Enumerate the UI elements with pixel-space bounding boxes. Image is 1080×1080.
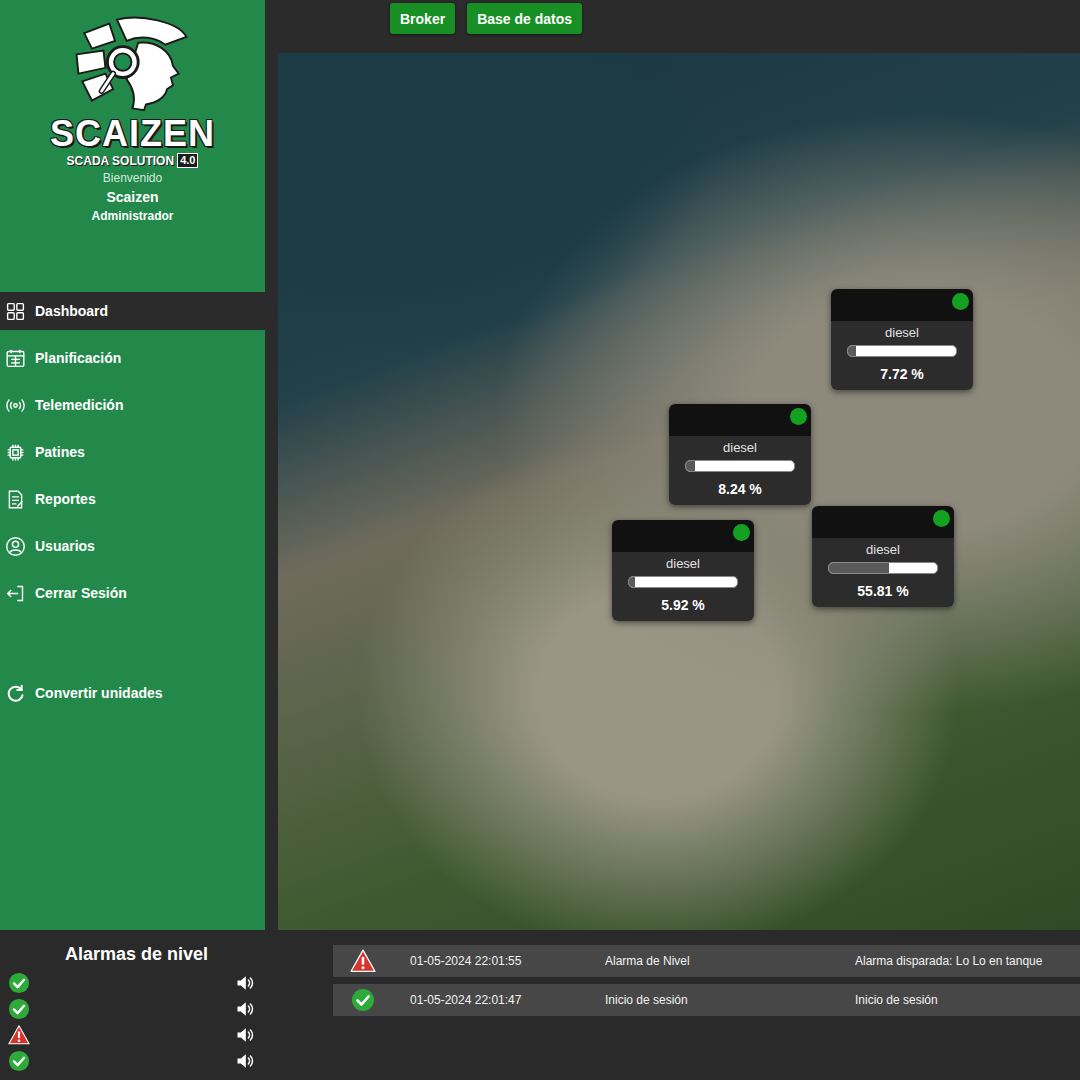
sidebar-item[interactable]: Cerrar Sesión <box>0 574 265 612</box>
sidebar-item[interactable]: Planificación <box>0 339 265 377</box>
calendar-icon <box>5 348 26 369</box>
alarm-row <box>8 1048 265 1074</box>
brand-name: SCAIZEN <box>50 116 215 152</box>
level-alarms: Alarmas de nivel <box>0 930 265 1080</box>
level-fill <box>686 461 695 471</box>
level-reading: 7.72 % <box>880 366 924 382</box>
brand: SCAIZEN SCADA SOLUTION 4.0 Bienvenido Sc… <box>0 0 265 278</box>
check-icon <box>8 1050 30 1072</box>
level-fill <box>848 346 856 356</box>
version-badge: 4.0 <box>177 153 198 168</box>
sidebar-item[interactable]: Dashboard <box>0 292 265 330</box>
tank-body: diesel 7.72 % <box>831 321 973 390</box>
subtitle-text: SCADA SOLUTION <box>67 154 175 168</box>
speaker-icon[interactable] <box>235 1025 255 1045</box>
sidebar-item[interactable]: Patines <box>0 433 265 471</box>
event-type: Inicio de sesión <box>605 993 855 1007</box>
warning-icon <box>8 1024 30 1046</box>
alarm-row <box>8 1022 265 1048</box>
level-reading: 8.24 % <box>718 481 762 497</box>
tank-product: diesel <box>866 542 900 557</box>
level-bar <box>685 460 795 472</box>
status-dot <box>952 293 969 310</box>
event-row[interactable]: 01-05-2024 22:01:55 Alarma de Nivel Alar… <box>333 945 1080 977</box>
user-name: Scaizen <box>106 189 158 205</box>
level-fill <box>829 563 889 573</box>
check-icon <box>8 972 30 994</box>
warning-icon <box>350 948 376 974</box>
status-dot <box>790 408 807 425</box>
brand-subtitle: SCADA SOLUTION 4.0 <box>67 153 199 168</box>
status-dot <box>733 524 750 541</box>
chip-icon <box>5 442 26 463</box>
level-bar <box>847 345 957 357</box>
refresh-icon <box>5 683 26 704</box>
tank-body: diesel 8.24 % <box>669 436 811 505</box>
event-message: Inicio de sesión <box>855 993 1080 1007</box>
level-fill <box>629 577 635 587</box>
tank-header <box>812 506 954 538</box>
check-icon <box>351 988 375 1012</box>
alarm-row <box>8 970 265 996</box>
tank-card[interactable]: diesel 5.92 % <box>612 520 754 621</box>
tank-product: diesel <box>723 440 757 455</box>
tank-header <box>612 520 754 552</box>
speaker-icon[interactable] <box>235 999 255 1019</box>
speaker-icon[interactable] <box>235 1051 255 1071</box>
report-icon <box>5 489 26 510</box>
event-time: 01-05-2024 22:01:47 <box>410 993 605 1007</box>
event-row[interactable]: 01-05-2024 22:01:47 Inicio de sesión Ini… <box>333 984 1080 1016</box>
sidebar: SCAIZEN SCADA SOLUTION 4.0 Bienvenido Sc… <box>0 0 265 930</box>
sidebar-item[interactable]: Usuarios <box>0 527 265 565</box>
bottom-panel: Alarmas de nivel 01-05-2024 22:01:55 Ala… <box>0 930 1080 1080</box>
level-bar <box>828 562 938 574</box>
level-reading: 5.92 % <box>661 597 705 613</box>
dashboard-icon <box>5 301 26 322</box>
map-panel: diesel 7.72 % diesel 8.24 % diesel 5.92 … <box>265 53 1080 930</box>
level-alarms-title: Alarmas de nivel <box>8 944 265 965</box>
tank-product: diesel <box>885 325 919 340</box>
sidebar-menu: Dashboard Planificación Telemedición Pat… <box>0 292 265 612</box>
check-icon <box>8 998 30 1020</box>
aztec-head-logo-icon <box>63 14 198 114</box>
status-dot <box>933 510 950 527</box>
speaker-icon[interactable] <box>235 973 255 993</box>
level-bar <box>628 576 738 588</box>
sidebar-item[interactable]: Telemedición <box>0 386 265 424</box>
tank-card[interactable]: diesel 55.81 % <box>812 506 954 607</box>
signal-icon <box>5 395 26 416</box>
sidebar-item[interactable]: Reportes <box>0 480 265 518</box>
user-role: Administrador <box>91 209 173 223</box>
greeting: Bienvenido <box>103 171 162 185</box>
logout-icon <box>5 583 26 604</box>
top-bar-button[interactable]: Base de datos <box>467 3 582 34</box>
tank-body: diesel 55.81 % <box>812 538 954 607</box>
event-time: 01-05-2024 22:01:55 <box>410 954 605 968</box>
event-type: Alarma de Nivel <box>605 954 855 968</box>
tank-body: diesel 5.92 % <box>612 552 754 621</box>
event-log: 01-05-2024 22:01:55 Alarma de Nivel Alar… <box>265 930 1080 1080</box>
tank-product: diesel <box>666 556 700 571</box>
top-bar-button[interactable]: Broker <box>390 3 455 34</box>
tank-header <box>669 404 811 436</box>
level-reading: 55.81 % <box>857 583 908 599</box>
main-area: Broker Base de datos diesel 7.72 % diesel… <box>265 0 1080 930</box>
satellite-map[interactable]: diesel 7.72 % diesel 8.24 % diesel 5.92 … <box>278 53 1080 930</box>
scada-dashboard: SCAIZEN SCADA SOLUTION 4.0 Bienvenido Sc… <box>0 0 1080 1080</box>
top-bar: Broker Base de datos <box>265 0 1080 53</box>
convert-units-button[interactable]: Convertir unidades <box>0 674 265 712</box>
event-message: Alarma disparada: Lo Lo en tanque <box>855 954 1080 968</box>
user-icon <box>5 536 26 557</box>
tank-card[interactable]: diesel 8.24 % <box>669 404 811 505</box>
alarm-row <box>8 996 265 1022</box>
tank-card[interactable]: diesel 7.72 % <box>831 289 973 390</box>
tank-header <box>831 289 973 321</box>
